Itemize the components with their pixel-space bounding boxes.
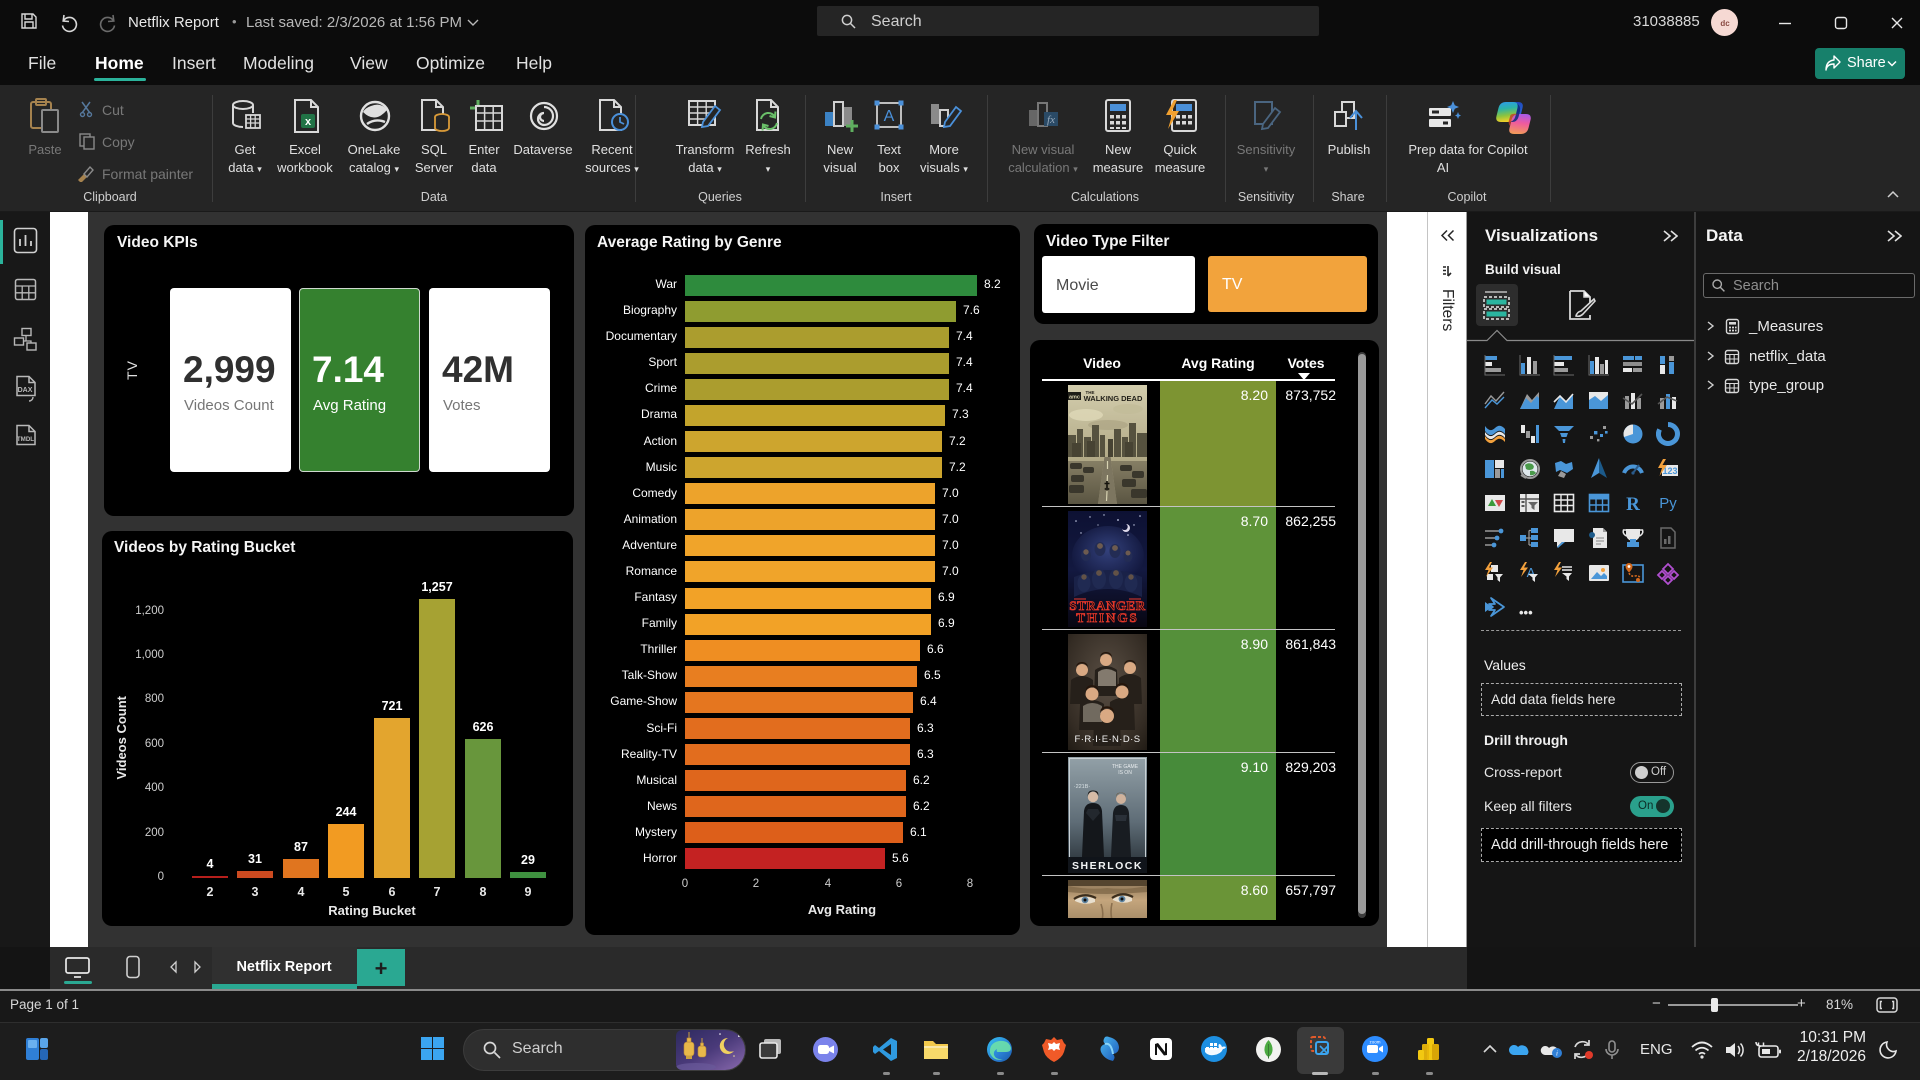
svg-text:Py: Py <box>1659 495 1677 512</box>
svg-text:x: x <box>305 116 312 128</box>
svg-text:·221B·: ·221B· <box>1074 784 1091 790</box>
svg-text:zoom: zoom <box>1369 1040 1380 1045</box>
svg-text:amc: amc <box>1069 395 1080 401</box>
svg-text:SHERLOCK: SHERLOCK <box>1072 860 1143 872</box>
svg-text:fx: fx <box>1047 114 1055 126</box>
svg-text:R: R <box>1626 494 1640 515</box>
svg-text:WALKING DEAD: WALKING DEAD <box>1084 394 1143 403</box>
svg-text:THINGS: THINGS <box>1076 610 1139 625</box>
svg-text:F·R·I·E·N·D·S: F·R·I·E·N·D·S <box>1075 734 1141 745</box>
svg-text:i: i <box>1556 1050 1558 1058</box>
svg-text:DAX: DAX <box>18 387 33 394</box>
svg-text:THE: THE <box>1086 390 1095 395</box>
svg-text:A: A <box>884 108 895 125</box>
svg-text:IS ON: IS ON <box>1118 770 1132 776</box>
svg-text:TMDL: TMDL <box>17 436 34 443</box>
